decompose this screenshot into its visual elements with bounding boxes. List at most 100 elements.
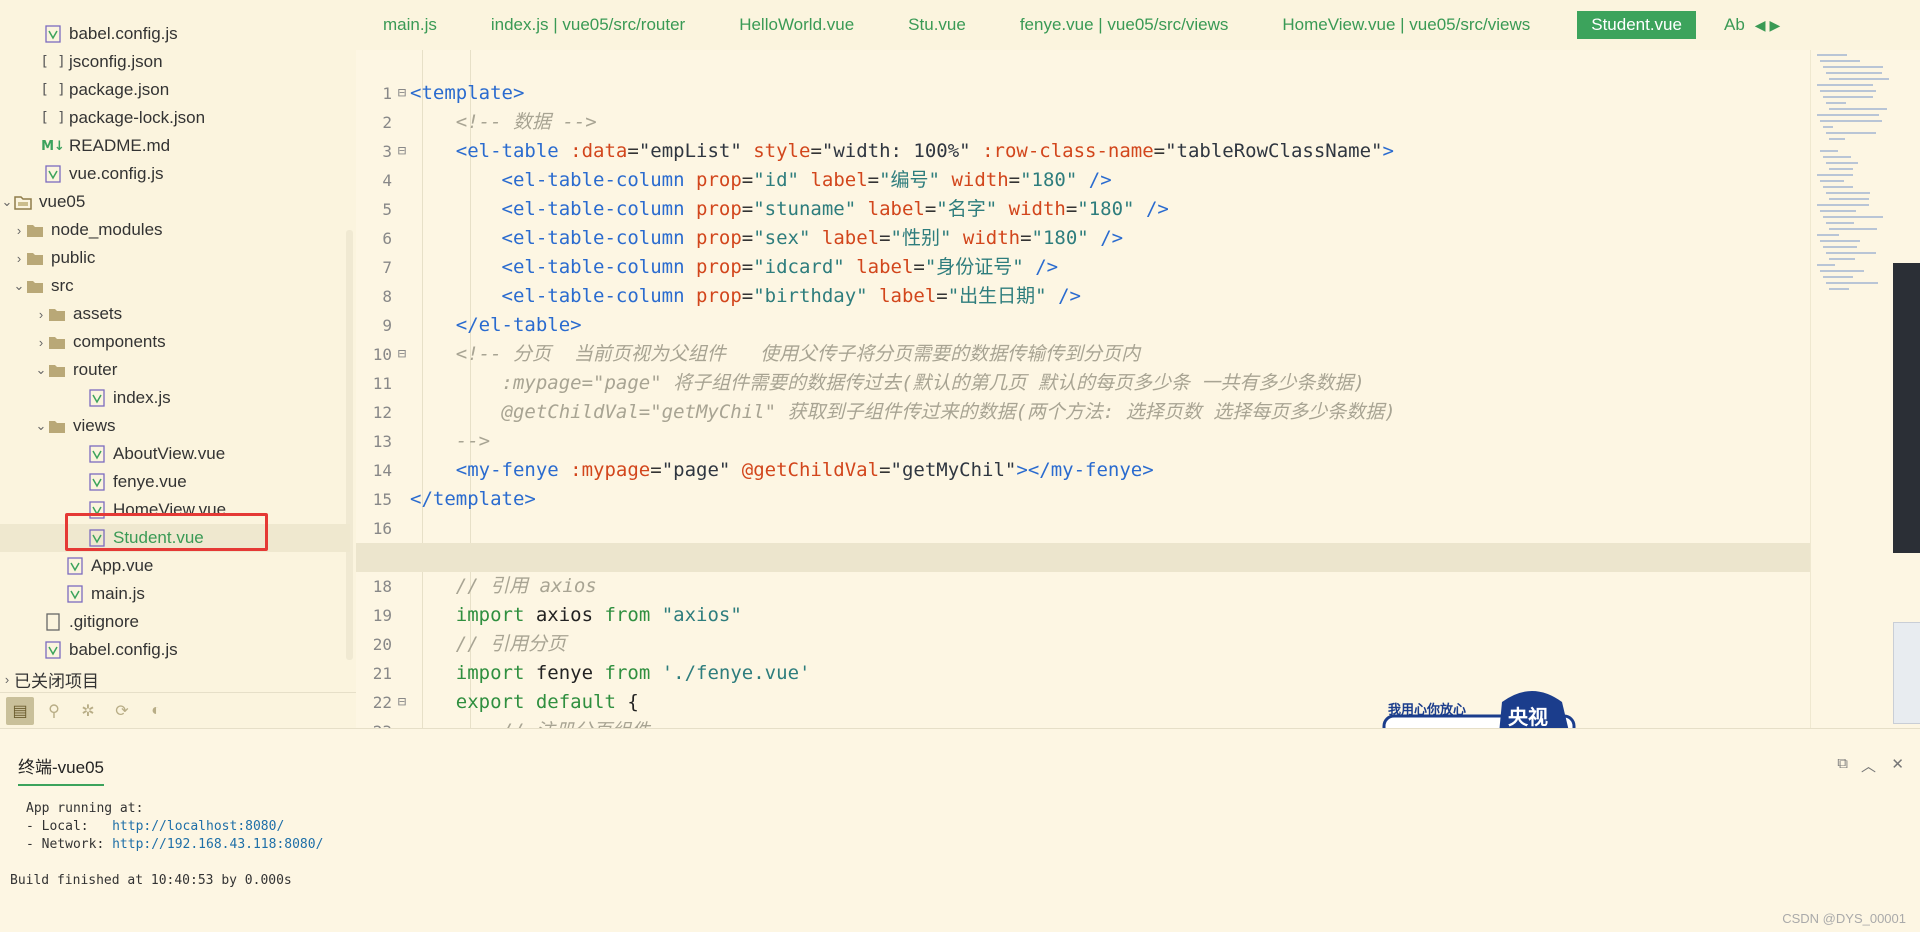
minimap-line [1829,228,1877,230]
tree-item-label: main.js [91,584,145,603]
minimap-line [1817,234,1839,236]
terminal-running-text: App running at: [26,801,144,816]
tree-item[interactable]: [ ] package.json [0,76,350,104]
chevron-right-icon[interactable]: › [12,223,26,238]
tree-item[interactable]: fenye.vue [0,468,350,496]
terminal-panel: 终端-vue05 ⧉ ︿ ✕ App running at: - Local: … [0,728,1920,932]
tree-item[interactable]: .gitignore [0,608,350,636]
minimap-line [1829,168,1853,170]
code-line: 1 ⊟ <template> [356,50,1810,104]
tab-item[interactable]: fenye.vue | vue05/src/views [993,11,1256,39]
tree-item[interactable]: › public [0,244,350,272]
code-line: 11 :mypage="page" 将子组件需要的数据传过去(默认的第几页 默认… [356,340,1810,394]
sidebar-footer-toolbar: ▤ ⚲ ✲ ⟳ ◐ [0,692,356,728]
code-line: 6 <el-table-column prop="sex" label="性别"… [356,195,1810,249]
folder-icon [26,277,44,295]
current-code-line: 18 // 引用 axios [356,543,1810,597]
tab-item[interactable]: HelloWorld.vue [712,11,881,39]
tree-item[interactable]: AboutView.vue [0,440,350,468]
minimap-line [1820,240,1860,242]
tree-item-label: package-lock.json [69,108,206,127]
tab-scroll-arrows[interactable]: ◀ ▶ [1749,17,1780,34]
tab-item[interactable]: main.js [356,11,464,39]
json-file-icon: [ ] [40,82,66,98]
tree-item[interactable]: › node_modules [0,216,350,244]
minimap-line [1826,162,1858,164]
minimap-line [1820,150,1838,152]
tree-item[interactable]: ⌄ router [0,356,350,384]
minimap-line [1817,84,1873,86]
bike-icon[interactable]: ⚲ [40,697,68,725]
tree-item[interactable]: ⌄ vue05 [0,188,350,216]
tree-item[interactable]: M↓ README.md [0,132,350,160]
minimap-line [1829,138,1845,140]
minimap-line [1817,264,1835,266]
minimap-line [1826,222,1854,224]
tree-item-label: .gitignore [69,612,139,631]
code-line: 9 </el-table> [356,282,1810,336]
project-icon[interactable]: ▤ [6,697,34,725]
chevron-down-icon[interactable]: ⌄ [12,278,26,294]
chevron-down-icon[interactable]: ⌄ [34,418,48,434]
minimap-line [1817,174,1853,176]
code-line: 13 --> [356,398,1810,452]
minimap-line [1826,102,1846,104]
tree-item[interactable]: › assets [0,300,350,328]
tree-item[interactable]: [ ] package-lock.json [0,104,350,132]
tree-item[interactable]: [ ] jsconfig.json [0,48,350,76]
tab-item[interactable]: index.js | vue05/src/router [464,11,712,39]
json-file-icon: [ ] [40,110,66,126]
markdown-file-icon: M↓ [41,138,65,154]
svg-text:央视: 央视 [1508,705,1548,729]
tab-item[interactable]: HomeView.vue | vue05/src/views [1255,11,1557,39]
minimap-line [1823,276,1853,278]
tab-item[interactable]: Ab [1696,11,1749,39]
tab-active[interactable]: Student.vue [1577,11,1696,39]
code-line: 17⊟<script> [356,514,1810,568]
minimap-line [1820,210,1856,212]
chevron-right-icon[interactable]: › [34,307,48,322]
minimap-line [1826,252,1876,254]
tree-item[interactable]: babel.config.js [0,20,350,48]
code-line: 22 ⊟ export default { [356,659,1810,713]
folder-icon [48,333,66,351]
terminal-network-label: - Network: [26,837,113,852]
code-line: 4 <el-table-column prop="id" label="编号" … [356,137,1810,191]
chevron-right-icon[interactable]: › [34,335,48,350]
tree-item-label: components [73,332,166,351]
code-editor[interactable]: 1 ⊟ <template> 2 <!-- 数据 --> 3 ⊟ <el-table … [356,50,1810,728]
vue-file-icon [88,389,106,407]
tree-item[interactable]: main.js [0,580,350,608]
window-thumbnail-light [1893,622,1920,724]
palette-icon[interactable]: ◐ [142,697,170,725]
tree-item[interactable]: ⌄ src [0,272,350,300]
chevron-down-icon[interactable]: ⌄ [34,362,48,378]
close-panel-icon[interactable]: ✕ [1891,755,1904,773]
tree-item[interactable]: babel.config.js [0,636,350,664]
tree-item[interactable]: index.js [0,384,350,412]
tree-item[interactable]: › 已关闭项目 [0,665,350,693]
terminal-local-line: - Local: http://localhost:8080/ [26,819,284,834]
tree-item[interactable]: › components [0,328,350,356]
chevron-up-icon[interactable]: ︿ [1861,755,1876,776]
terminal-tab[interactable]: 终端-vue05 [18,753,104,786]
bug-icon[interactable]: ✲ [74,697,102,725]
tree-item-label: 已关闭项目 [14,671,99,691]
chevron-right-icon[interactable]: › [12,251,26,266]
local-url-link[interactable]: http://localhost:8080/ [112,819,284,834]
tree-item[interactable]: App.vue [0,552,350,580]
network-url-link[interactable]: http://192.168.43.118:8080/ [112,837,323,852]
watermark: CSDN @DYS_00001 [1782,911,1906,926]
tree-item[interactable]: vue.config.js [0,160,350,188]
tree-item-label: public [51,248,96,267]
sync-icon[interactable]: ⟳ [108,697,136,725]
open-external-icon[interactable]: ⧉ [1837,755,1848,772]
tree-item[interactable]: ⌄ views [0,412,350,440]
chevron-down-icon[interactable]: ⌄ [0,194,14,210]
tree-item-label: README.md [69,136,171,155]
tab-item[interactable]: Stu.vue [881,11,993,39]
code-line: 14 <my-fenye :mypage="page" @getChildVal… [356,427,1810,481]
folder-icon [48,417,66,435]
code-line: 15 </template> [356,456,1810,510]
chevron-right-icon[interactable]: › [0,672,14,687]
